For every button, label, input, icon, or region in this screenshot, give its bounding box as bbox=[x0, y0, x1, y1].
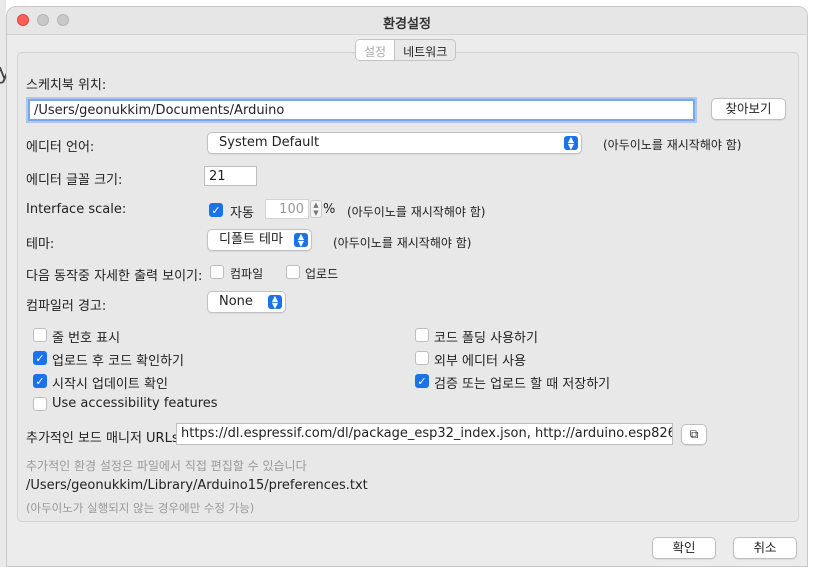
preferences-tabs: 설정 네트워크 bbox=[355, 39, 457, 61]
accessibility-label: Use accessibility features bbox=[52, 396, 218, 411]
theme-value: 디폴트 테마 bbox=[219, 232, 283, 247]
font-size-label: 에디터 글꼴 크기: bbox=[26, 173, 123, 188]
ok-button[interactable]: 확인 bbox=[652, 537, 716, 559]
cancel-button[interactable]: 취소 bbox=[733, 537, 797, 559]
check-updates-checkbox[interactable]: ✓ bbox=[33, 374, 47, 388]
check-updates-label: 시작시 업데이트 확인 bbox=[52, 377, 168, 392]
verbose-upload-checkbox[interactable] bbox=[286, 265, 300, 279]
external-editor-label: 외부 에디터 사용 bbox=[434, 354, 526, 369]
editor-language-value: System Default bbox=[219, 135, 320, 150]
tab-network[interactable]: 네트워크 bbox=[395, 40, 455, 60]
auto-scale-label: 자동 bbox=[230, 206, 254, 221]
compiler-warnings-select[interactable]: None ▲ ▼ bbox=[207, 291, 286, 313]
chevron-updown-icon: ▲ ▼ bbox=[268, 295, 282, 310]
chevron-updown-icon: ▲ ▼ bbox=[564, 136, 578, 151]
save-on-verify-label: 검증 또는 업로드 할 때 저장하기 bbox=[434, 377, 611, 392]
editor-language-select[interactable]: System Default ▲ ▼ bbox=[207, 132, 582, 154]
verbose-upload-label: 업로드 bbox=[305, 267, 339, 281]
code-folding-label: 코드 폴딩 사용하기 bbox=[434, 331, 538, 346]
window-title: 환경설정 bbox=[383, 17, 431, 32]
accessibility-checkbox[interactable] bbox=[33, 397, 47, 411]
browse-button[interactable]: 찾아보기 bbox=[711, 98, 786, 120]
sketchbook-location-input[interactable]: /Users/geonukkim/Documents/Arduino bbox=[28, 99, 695, 121]
editor-language-label: 에디터 언어: bbox=[26, 140, 95, 155]
scale-unit: % bbox=[323, 202, 336, 217]
compiler-warnings-label: 컴파일러 경고: bbox=[26, 299, 107, 314]
theme-select[interactable]: 디폴트 테마 ▲ ▼ bbox=[207, 229, 312, 251]
verify-after-upload-checkbox[interactable]: ✓ bbox=[33, 351, 47, 365]
show-line-numbers-label: 줄 번호 표시 bbox=[52, 331, 121, 346]
external-editor-checkbox[interactable] bbox=[415, 351, 429, 365]
sketchbook-label: 스케치북 위치: bbox=[26, 78, 107, 93]
preferences-window: 환경설정 설정 네트워크 스케치북 위치: /Users/geonukkim/D… bbox=[6, 6, 808, 567]
edit-urls-button[interactable]: ⧉ bbox=[681, 424, 707, 445]
preferences-path: /Users/geonukkim/Library/Arduino15/prefe… bbox=[26, 478, 368, 493]
settings-panel bbox=[17, 52, 799, 522]
save-on-verify-checkbox[interactable]: ✓ bbox=[415, 374, 429, 388]
scale-input[interactable]: 100 bbox=[265, 199, 309, 219]
interface-scale-label: Interface scale: bbox=[26, 202, 127, 217]
editor-language-note: (아두이노를 재시작해야 함) bbox=[603, 138, 742, 152]
auto-scale-checkbox[interactable]: ✓ bbox=[209, 203, 223, 217]
interface-scale-note: (아두이노를 재시작해야 함) bbox=[347, 205, 486, 219]
compiler-warnings-value: None bbox=[219, 294, 253, 309]
preferences-hint: 추가적인 환경 설정은 파일에서 직접 편집할 수 있습니다 bbox=[26, 459, 307, 473]
verbose-compile-checkbox[interactable] bbox=[210, 265, 224, 279]
board-urls-label: 추가적인 보드 매니저 URLs bbox=[26, 431, 179, 446]
verbose-compile-label: 컴파일 bbox=[230, 267, 264, 281]
board-urls-input[interactable]: https://dl.espressif.com/dl/package_esp3… bbox=[176, 423, 673, 445]
window-stack-icon: ⧉ bbox=[689, 427, 699, 441]
tab-settings[interactable]: 설정 bbox=[356, 40, 396, 60]
verify-after-upload-label: 업로드 후 코드 확인하기 bbox=[52, 354, 184, 369]
theme-note: (아두이노를 재시작해야 함) bbox=[333, 236, 472, 250]
chevron-updown-icon: ▲ ▼ bbox=[294, 233, 308, 248]
scale-stepper[interactable]: ▲ ▼ bbox=[310, 200, 322, 218]
verbose-output-label: 다음 동작중 자세한 출력 보이기: bbox=[26, 269, 203, 284]
theme-label: 테마: bbox=[26, 237, 55, 252]
code-folding-checkbox[interactable] bbox=[415, 328, 429, 342]
preferences-note: (아두이노가 실행되지 않는 경우에만 수정 가능) bbox=[26, 501, 255, 515]
show-line-numbers-checkbox[interactable] bbox=[33, 328, 47, 342]
font-size-input[interactable]: 21 bbox=[204, 166, 257, 186]
title-bar: 환경설정 bbox=[7, 7, 807, 35]
